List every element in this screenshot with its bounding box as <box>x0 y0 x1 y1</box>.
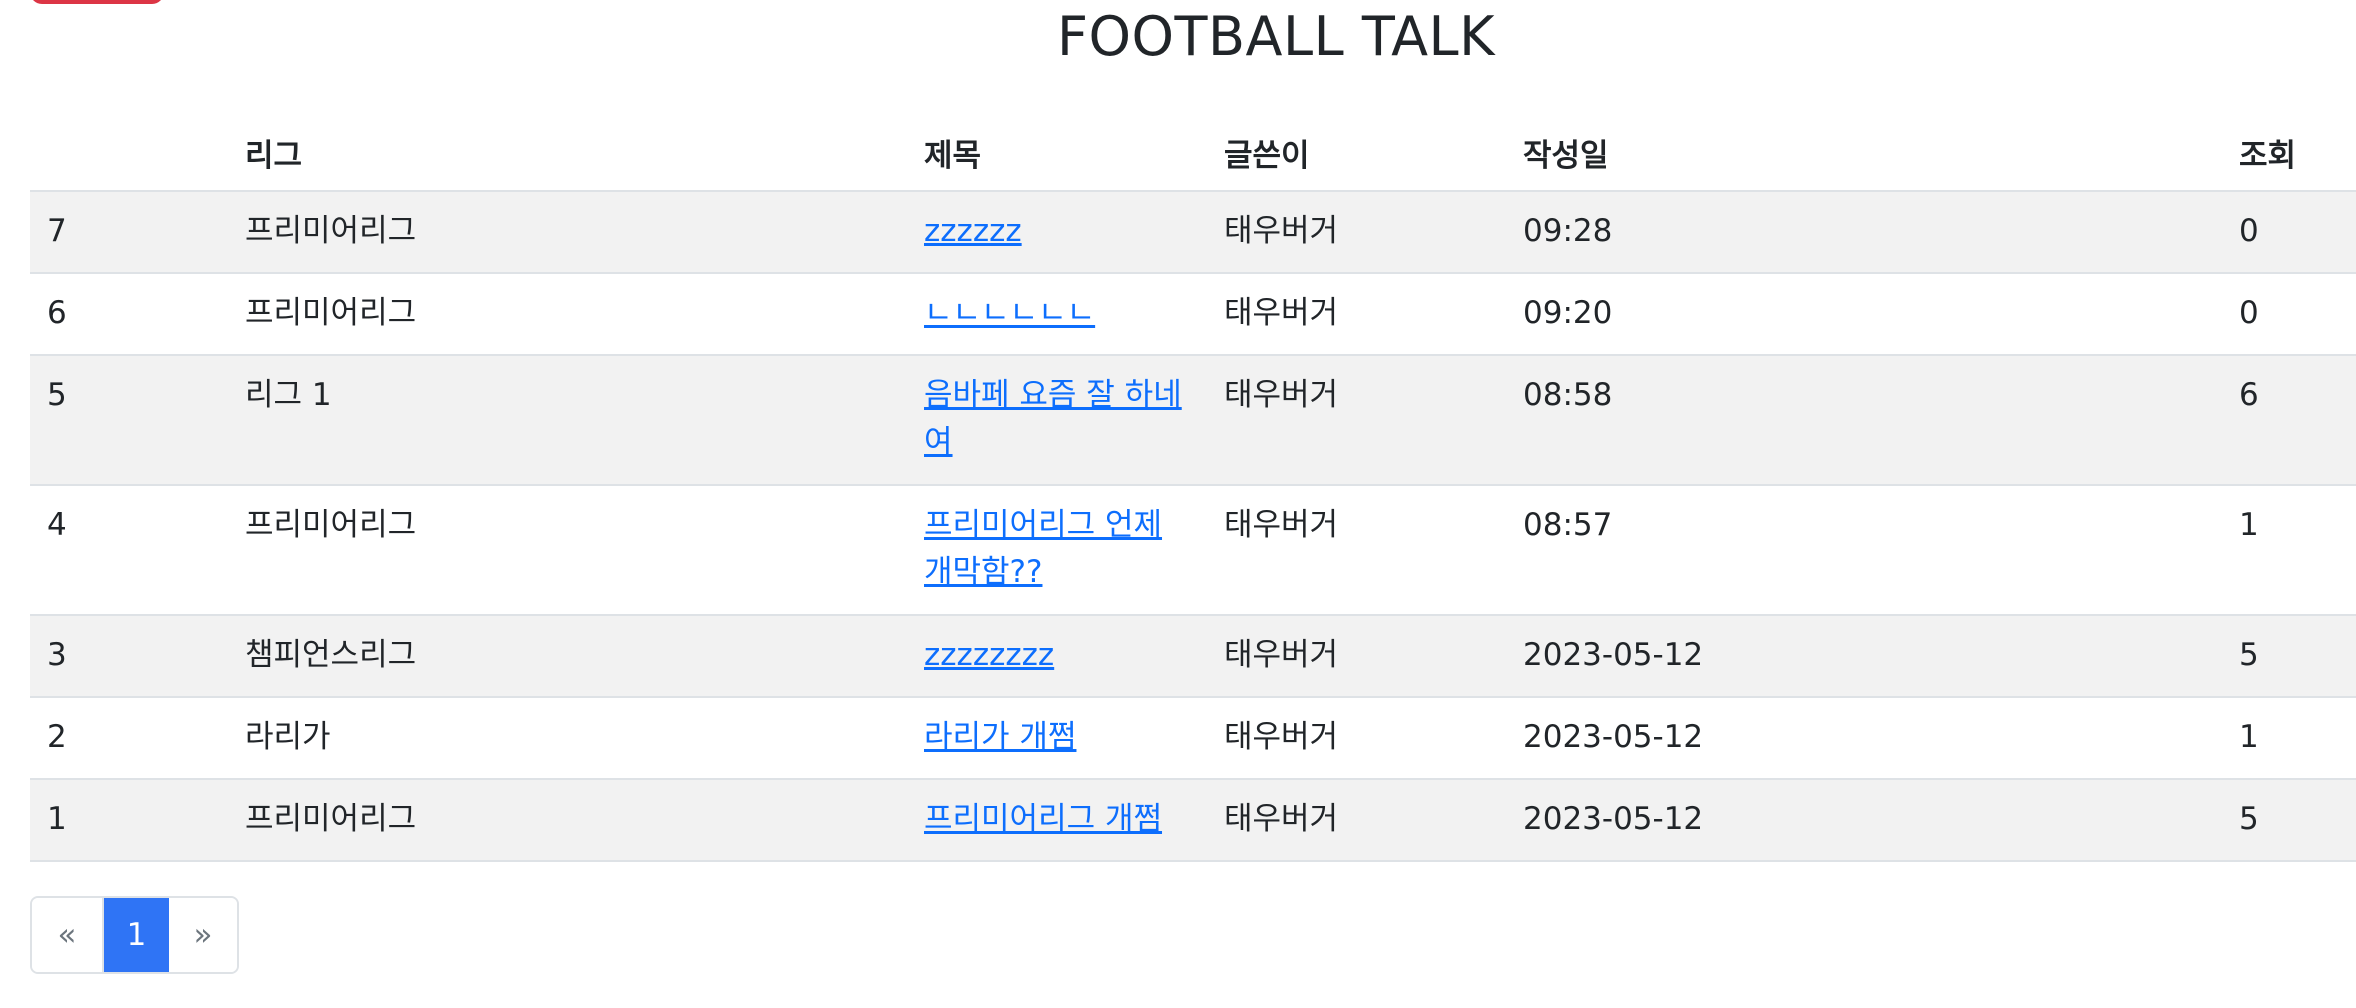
next-page-button[interactable]: » <box>169 898 237 972</box>
column-header-title: 제목 <box>907 115 1207 192</box>
post-title-link[interactable]: zzzzzzzz <box>924 637 1054 673</box>
page-title: FOOTBALL TALK <box>1056 5 1496 68</box>
table-row: 2 라리가 라리가 개쩜 태우버거 2023-05-12 1 <box>30 697 2356 780</box>
post-league: 프리미어리그 <box>228 273 907 356</box>
post-title-cell: 프리미어리그 언제 개막함?? <box>907 485 1207 616</box>
post-views: 0 <box>2222 273 2356 356</box>
post-number: 7 <box>30 191 228 274</box>
pagination: « 1 » <box>30 896 239 974</box>
post-title-link[interactable]: 프리미어리그 언제 개막함?? <box>924 507 1162 590</box>
table-row: 6 프리미어리그 ㄴㄴㄴㄴㄴㄴ 태우버거 09:20 0 <box>30 273 2356 356</box>
post-number: 1 <box>30 779 228 862</box>
post-title-cell: ㄴㄴㄴㄴㄴㄴ <box>907 273 1207 356</box>
post-title-cell: 프리미어리그 개쩜 <box>907 779 1207 862</box>
post-date: 09:20 <box>1506 273 2222 356</box>
post-writer: 태우버거 <box>1207 355 1506 486</box>
post-writer: 태우버거 <box>1207 697 1506 780</box>
post-views: 5 <box>2222 615 2356 698</box>
post-date: 2023-05-12 <box>1506 615 2222 698</box>
post-title-link[interactable]: 라리가 개쩜 <box>924 719 1076 755</box>
post-number: 2 <box>30 697 228 780</box>
post-date: 08:57 <box>1506 485 2222 616</box>
post-writer: 태우버거 <box>1207 615 1506 698</box>
post-league: 리그 1 <box>228 355 907 486</box>
post-views: 0 <box>2222 191 2356 274</box>
table-row: 4 프리미어리그 프리미어리그 언제 개막함?? 태우버거 08:57 1 <box>30 485 2356 616</box>
column-header-date: 작성일 <box>1506 115 2222 192</box>
post-title-cell: zzzzzz <box>907 191 1207 274</box>
post-title-cell: 라리가 개쩜 <box>907 697 1207 780</box>
post-title-link[interactable]: zzzzzz <box>924 213 1022 249</box>
post-league: 프리미어리그 <box>228 779 907 862</box>
post-date: 08:58 <box>1506 355 2222 486</box>
column-header-league: 리그 <box>228 115 907 192</box>
table-row: 7 프리미어리그 zzzzzz 태우버거 09:28 0 <box>30 191 2356 274</box>
post-writer: 태우버거 <box>1207 191 1506 274</box>
post-views: 1 <box>2222 485 2356 616</box>
post-title-link[interactable]: ㄴㄴㄴㄴㄴㄴ <box>924 295 1095 331</box>
post-writer: 태우버거 <box>1207 273 1506 356</box>
table-body: 7 프리미어리그 zzzzzz 태우버거 09:28 0 6 프리미어리그 ㄴㄴ… <box>30 191 2356 862</box>
post-date: 09:28 <box>1506 191 2222 274</box>
post-league: 프리미어리그 <box>228 485 907 616</box>
previous-page-button[interactable]: « <box>32 898 104 972</box>
column-header-no <box>30 115 228 192</box>
post-title-cell: zzzzzzzz <box>907 615 1207 698</box>
post-league: 프리미어리그 <box>228 191 907 274</box>
table-row: 5 리그 1 음바페 요즘 잘 하네여 태우버거 08:58 6 <box>30 355 2356 486</box>
table-row: 3 챔피언스리그 zzzzzzzz 태우버거 2023-05-12 5 <box>30 615 2356 698</box>
column-header-writer: 글쓴이 <box>1207 115 1506 192</box>
post-views: 1 <box>2222 697 2356 780</box>
board-table: 리그 제목 글쓴이 작성일 조회 7 프리미어리그 zzzzzz 태우버거 09… <box>30 115 2356 862</box>
post-number: 4 <box>30 485 228 616</box>
post-number: 6 <box>30 273 228 356</box>
page-1-button[interactable]: 1 <box>104 898 169 972</box>
post-views: 6 <box>2222 355 2356 486</box>
table-row: 1 프리미어리그 프리미어리그 개쩜 태우버거 2023-05-12 5 <box>30 779 2356 862</box>
post-title-cell: 음바페 요즘 잘 하네여 <box>907 355 1207 486</box>
column-header-views: 조회 <box>2222 115 2356 192</box>
post-number: 3 <box>30 615 228 698</box>
post-writer: 태우버거 <box>1207 779 1506 862</box>
post-date: 2023-05-12 <box>1506 697 2222 780</box>
table-header: 리그 제목 글쓴이 작성일 조회 <box>30 115 2356 192</box>
post-league: 챔피언스리그 <box>228 615 907 698</box>
post-views: 5 <box>2222 779 2356 862</box>
post-league: 라리가 <box>228 697 907 780</box>
post-title-link[interactable]: 음바페 요즘 잘 하네여 <box>924 377 1182 460</box>
post-number: 5 <box>30 355 228 486</box>
post-date: 2023-05-12 <box>1506 779 2222 862</box>
post-title-link[interactable]: 프리미어리그 개쩜 <box>924 801 1162 837</box>
post-writer: 태우버거 <box>1207 485 1506 616</box>
